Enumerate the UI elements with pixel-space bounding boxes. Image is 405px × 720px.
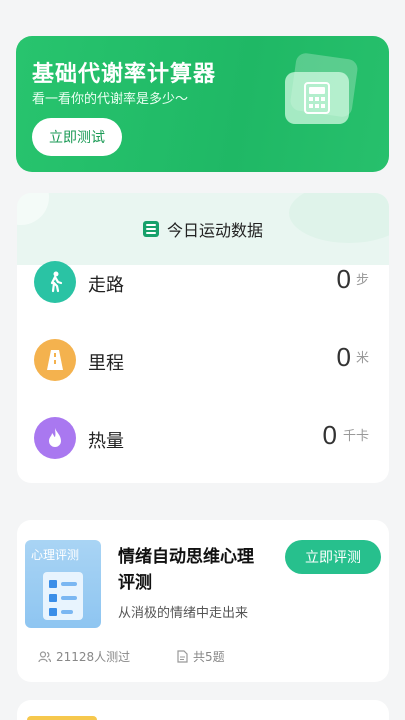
checklist-icon: [43, 572, 83, 620]
road-icon: [34, 339, 76, 381]
stat-value: 0: [336, 342, 351, 372]
stat-label: 里程: [88, 353, 124, 374]
test-subtitle: 从消极的情绪中走出来: [118, 606, 249, 621]
participants-count: 21128人测过: [56, 650, 131, 664]
walk-icon: [34, 261, 76, 303]
psych-test-card[interactable]: 心理评测 情绪自动思维心理评测 从消极的情绪中走出来 立即评测 21128人测过…: [17, 520, 389, 682]
stat-row-distance: 里程 0 米: [17, 339, 389, 383]
stat-unit: 米: [355, 351, 369, 366]
thumb-label: 心理评测: [31, 548, 80, 562]
document-icon: [177, 650, 188, 663]
questions-count: 共5题: [193, 650, 225, 664]
banner-subtitle: 看一看你的代谢率是多少～: [32, 92, 189, 107]
test-thumbnail: 心理评测: [25, 540, 101, 628]
stats-title: 今日运动数据: [166, 221, 263, 240]
users-icon: [38, 650, 51, 662]
stat-label: 走路: [88, 275, 124, 296]
stat-row-calories: 热量 0 千卡: [17, 417, 389, 461]
stat-value: 0: [336, 264, 351, 294]
calculator-icon: [285, 51, 359, 142]
test-title: 情绪自动思维心理评测: [118, 547, 254, 593]
start-test-button[interactable]: 立即测试: [32, 118, 122, 156]
stat-unit: 步: [355, 273, 369, 288]
list-icon: [142, 221, 159, 237]
questions-meta: 共5题: [177, 648, 225, 665]
today-exercise-card: 今日运动数据 走路 0 步 里程 0 米 热量 0 千卡: [17, 193, 389, 483]
stat-label: 热量: [88, 431, 124, 452]
start-evaluation-button[interactable]: 立即评测: [285, 540, 381, 574]
banner-title: 基础代谢率计算器: [32, 62, 217, 87]
stat-row-walk: 走路 0 步: [17, 261, 389, 305]
stat-value: 0: [322, 420, 337, 450]
next-test-card[interactable]: [17, 700, 389, 720]
participants-meta: 21128人测过: [38, 648, 130, 665]
stats-header: 今日运动数据: [17, 193, 389, 265]
flame-icon: [34, 417, 76, 459]
bmr-calculator-banner[interactable]: 基础代谢率计算器 看一看你的代谢率是多少～ 立即测试: [16, 36, 389, 172]
stat-unit: 千卡: [342, 429, 369, 444]
